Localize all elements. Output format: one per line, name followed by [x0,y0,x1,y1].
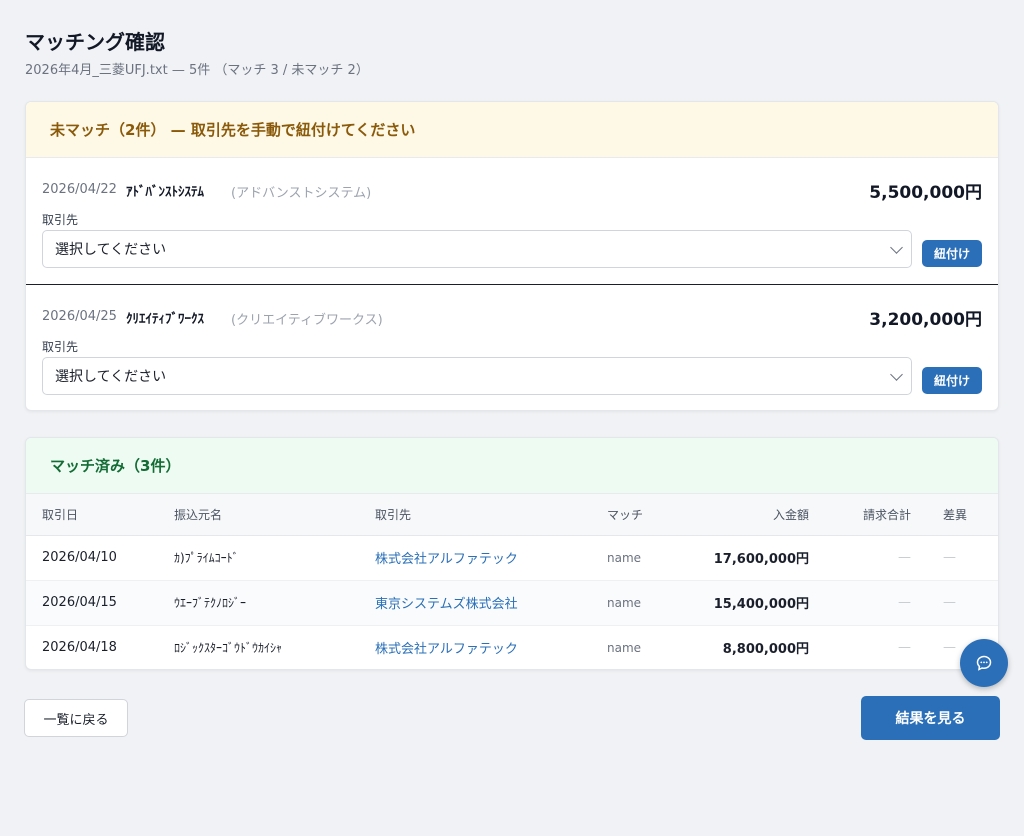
row-date: 2026/04/22 [42,182,117,197]
table-header-row: 取引日 振込元名 取引先 マッチ 入金額 請求合計 差異 [26,494,998,536]
column-header-client: 取引先 [375,494,607,536]
unmatched-heading: 未マッチ（2件） — 取引先を手動で紐付けてください [26,102,998,158]
client-label: 取引先 [42,340,79,354]
row-amount: 3,200,000円 [869,310,982,330]
column-header-date: 取引日 [26,494,174,536]
client-select[interactable]: 選択してください [42,230,912,268]
client-select-value: 選択してください [55,369,167,385]
cell-client-link[interactable]: 東京システムズ株式会社 [375,580,607,626]
client-label: 取引先 [42,213,79,227]
unmatched-card: 未マッチ（2件） — 取引先を手動で紐付けてください 2026/04/22 ｱﾄ… [25,101,999,411]
cell-amount: 8,800,000円 [722,642,809,658]
table-row: 2026/04/15 ｳｴｰﾌﾞﾃｸﾉﾛｼﾞｰ 東京システムズ株式会社 name… [26,580,998,626]
row-payer-kana: (アドバンストシステム) [231,186,372,201]
client-select-value: 選択してください [55,242,167,258]
cell-match: name [607,535,687,581]
cell-date: 2026/04/18 [42,640,117,656]
cell-client-link[interactable]: 株式会社アルファテック [375,625,607,669]
link-button[interactable]: 紐付け [922,240,982,267]
row-payer-name: ｸﾘｴｲﾃｨﾌﾞﾜｰｸｽ [126,312,204,327]
link-button[interactable]: 紐付け [922,367,982,394]
cell-match: name [607,640,642,655]
cell-amount: 17,600,000円 [687,535,809,581]
cell-diff: — [911,580,998,626]
cell-payer: ｶ)ﾌﾟﾗｲﾑｺｰﾄﾞ [174,535,375,581]
column-header-match: マッチ [607,494,687,536]
chevron-down-icon [890,241,903,254]
chevron-down-icon [890,368,903,381]
cell-payer: ﾛｼﾞｯｸｽﾀｰｺﾞｳﾄﾞｳｶｲｼｬ [174,641,283,656]
column-header-invoice: 請求合計 [809,494,911,536]
page-title: マッチング確認 [25,30,165,54]
row-amount: 5,500,000円 [869,183,982,203]
cell-payer: ｳｴｰﾌﾞﾃｸﾉﾛｼﾞｰ [174,580,375,626]
column-header-payer: 振込元名 [174,494,375,536]
cell-match: name [607,580,687,626]
cell-invoice: — [809,535,911,581]
chat-bubble-icon [976,655,992,671]
column-header-amount: 入金額 [687,494,809,536]
cell-invoice: — [898,640,911,656]
view-results-button[interactable]: 結果を見る [861,696,1000,740]
row-payer-name: ｱﾄﾞﾊﾞﾝｽﾄｼｽﾃﾑ [126,185,204,200]
row-payer-kana: (クリエイティブワークス) [231,313,383,328]
back-to-list-button[interactable]: 一覧に戻る [24,699,128,737]
matched-heading: マッチ済み（3件） [26,438,998,494]
matched-table: 取引日 振込元名 取引先 マッチ 入金額 請求合計 差異 2026/04/10 … [26,494,998,669]
table-row: 2026/04/10 ｶ)ﾌﾟﾗｲﾑｺｰﾄﾞ 株式会社アルファテック name … [26,535,998,581]
cell-date: 2026/04/15 [26,580,174,626]
cell-invoice: — [809,580,911,626]
column-header-diff: 差異 [911,494,998,536]
row-date: 2026/04/25 [42,309,117,324]
table-row: 2026/04/18 ﾛｼﾞｯｸｽﾀｰｺﾞｳﾄﾞｳｶｲｼｬ 株式会社アルファテッ… [26,625,998,669]
matched-card: マッチ済み（3件） 取引日 振込元名 取引先 マッチ 入金額 請求合計 差異 2… [25,437,999,670]
unmatched-row: 2026/04/25 ｸﾘｴｲﾃｨﾌﾞﾜｰｸｽ (クリエイティブワークス) 3,… [26,285,998,410]
page-subtitle: 2026年4月_三菱UFJ.txt — 5件 （マッチ 3 / 未マッチ 2） [25,63,369,78]
unmatched-row: 2026/04/22 ｱﾄﾞﾊﾞﾝｽﾄｼｽﾃﾑ (アドバンストシステム) 5,5… [26,158,998,285]
client-select[interactable]: 選択してください [42,357,912,395]
cell-diff: — [911,535,998,581]
cell-date: 2026/04/10 [26,535,174,581]
chat-button[interactable] [960,639,1008,687]
cell-amount: 15,400,000円 [687,580,809,626]
cell-client-link[interactable]: 株式会社アルファテック [375,535,607,581]
